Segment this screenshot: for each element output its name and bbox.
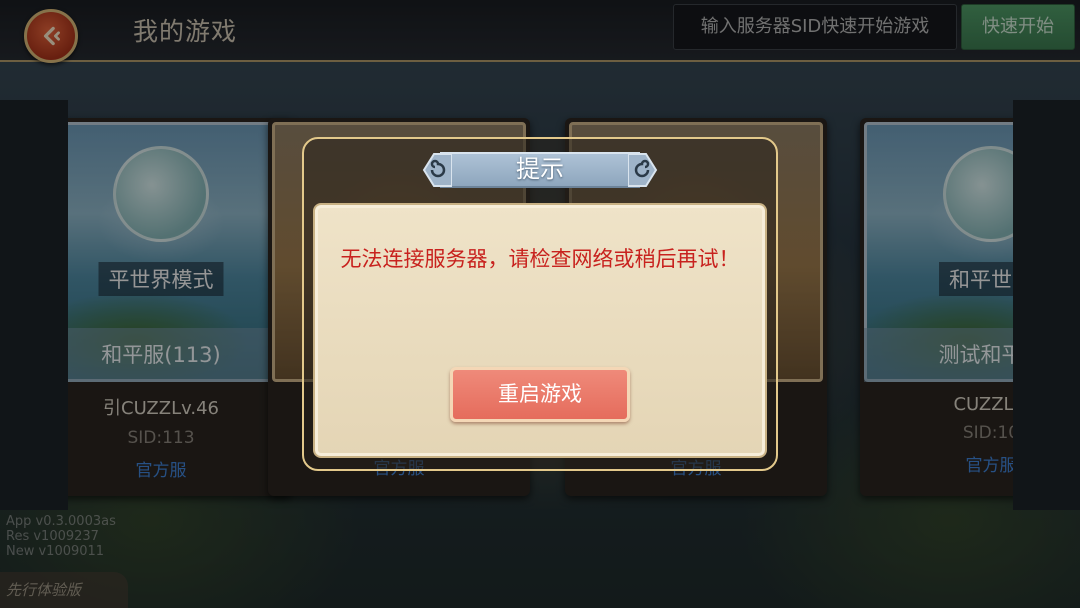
dialog-message: 无法连接服务器，请检查网络或稍后再试！ [340,247,740,271]
restart-game-button[interactable]: 重启游戏 [450,367,630,422]
dialog-title: 提示 [516,155,564,183]
dialog-title-bar: 提示 [422,152,658,188]
